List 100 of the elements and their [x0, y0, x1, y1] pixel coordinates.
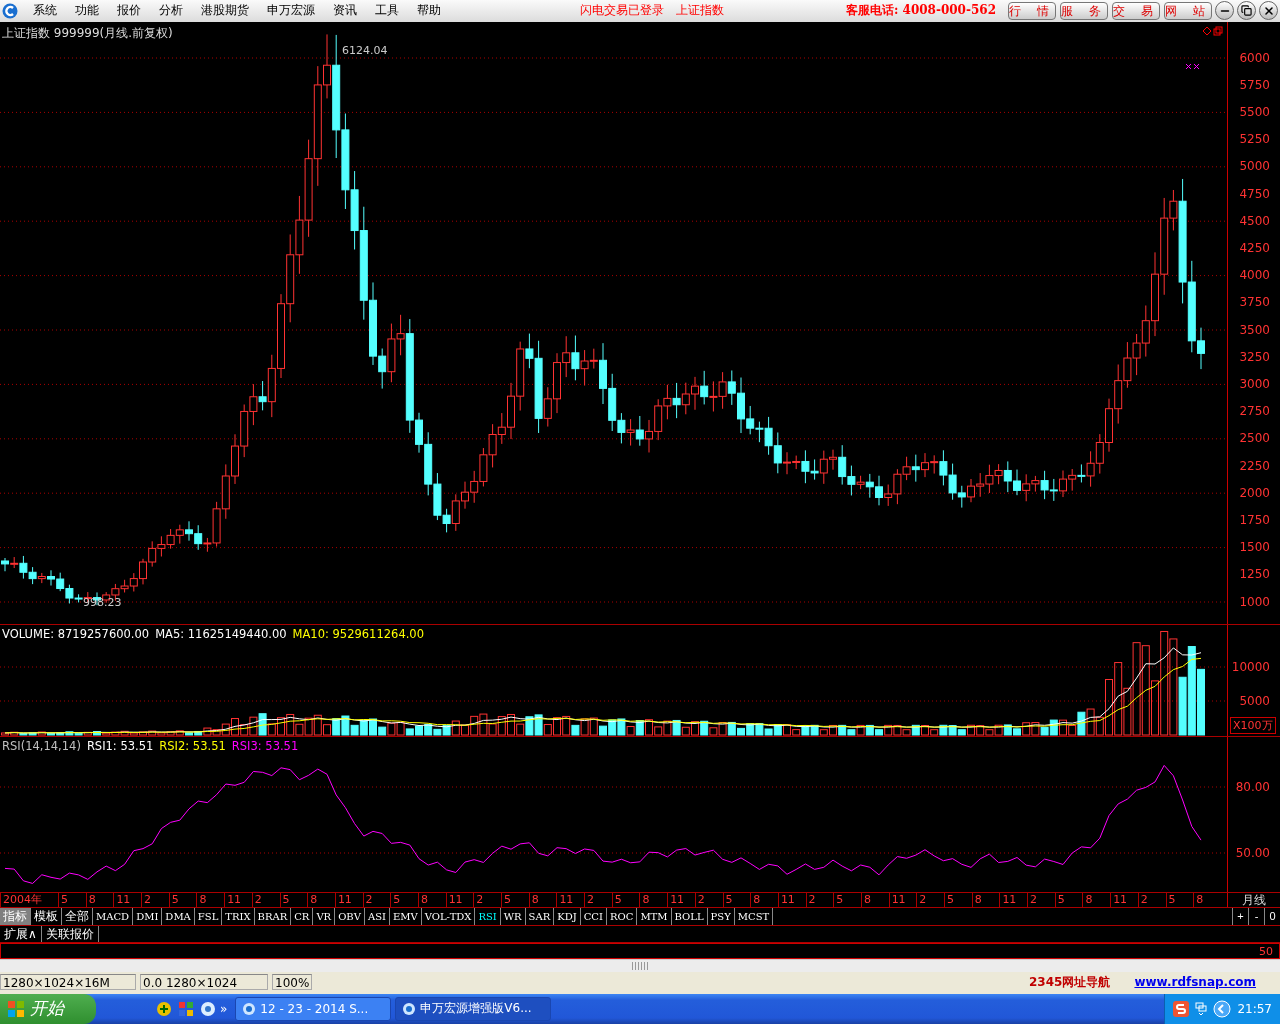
- nav-button[interactable]: 交 易: [1112, 1, 1160, 20]
- menu-item[interactable]: 工具: [366, 2, 408, 20]
- price-axis-label: 5000: [1239, 160, 1270, 173]
- status-field: 100%: [272, 974, 312, 991]
- date-axis-label: 8: [1082, 892, 1111, 907]
- status-link[interactable]: 2345网址导航: [1029, 973, 1111, 991]
- menu-item[interactable]: 报价: [108, 2, 150, 20]
- volume-axis-label: 10000: [1231, 660, 1270, 673]
- price-axis-label: 1250: [1239, 568, 1270, 581]
- high-price-label: 6124.04: [342, 43, 388, 57]
- index-name: 上证指数: [676, 2, 724, 20]
- date-axis-label: 8: [417, 892, 446, 907]
- taskbar-button[interactable]: 申万宏源增强版V6...: [395, 997, 552, 1021]
- nav-button[interactable]: 服 务: [1060, 1, 1108, 20]
- price-axis-label: 2250: [1239, 459, 1270, 472]
- price-axis-label: 3250: [1239, 350, 1270, 363]
- date-axis-label: 2: [1027, 892, 1055, 907]
- menu-item[interactable]: 港股期货: [192, 2, 258, 20]
- network-icon[interactable]: [1195, 1002, 1208, 1016]
- clock: 21:57: [1237, 1002, 1272, 1016]
- menu-item[interactable]: 资讯: [324, 2, 366, 20]
- price-axis-label: 1750: [1239, 514, 1270, 527]
- date-axis-label: 8: [639, 892, 668, 907]
- collapse-tray-icon[interactable]: [1213, 1000, 1232, 1018]
- date-axis-label: 11: [113, 892, 142, 907]
- taskbar-button[interactable]: 12 - 23 - 2014 S...: [235, 997, 392, 1021]
- date-axis-label: 5: [1054, 892, 1083, 907]
- app-icon: [242, 1002, 257, 1016]
- add-icon[interactable]: [156, 1001, 172, 1017]
- horizontal-scrollbar[interactable]: [0, 959, 1280, 973]
- browser-icon[interactable]: [200, 1001, 216, 1017]
- volume-legend: VOLUME: 8719257600.00: [2, 626, 150, 641]
- date-axis-label: 8: [750, 892, 778, 907]
- input-method-icon[interactable]: [1173, 1001, 1190, 1017]
- date-axis-label: 2: [694, 892, 723, 907]
- date-axis-label: 11: [777, 892, 806, 907]
- price-axis-label: 3000: [1239, 378, 1270, 391]
- rsi-legend: RSI(14,14,14): [2, 738, 81, 753]
- rsi-legend: RSI2: 53.51: [159, 738, 226, 753]
- price-axis-label: 2750: [1239, 405, 1270, 418]
- price-axis-label: 2500: [1239, 432, 1270, 445]
- date-axis-label: 5: [168, 892, 197, 907]
- price-axis-label: 4000: [1239, 269, 1270, 282]
- date-axis-label: 2004年: [0, 892, 58, 907]
- grid-app-icon[interactable]: [178, 1001, 194, 1017]
- date-axis-label: 5: [58, 892, 86, 907]
- close-icon: [1262, 4, 1275, 17]
- rsi-legend: RSI1: 53.51: [86, 738, 154, 753]
- close-button[interactable]: [1259, 1, 1278, 21]
- price-axis-label: 5250: [1239, 133, 1270, 146]
- date-axis-label: 8: [85, 892, 114, 907]
- price-axis-label: 6000: [1239, 51, 1270, 64]
- rsi-legend: RSI3: 53.51: [231, 738, 299, 753]
- status-link[interactable]: www.rdfsnap.com: [1134, 975, 1256, 990]
- date-axis-label: 11: [1110, 892, 1138, 907]
- price-axis-label: 4500: [1239, 214, 1270, 227]
- date-axis-label: 5: [1165, 892, 1194, 907]
- date-axis-label: 11: [556, 892, 585, 907]
- price-axis-label: 4250: [1239, 242, 1270, 255]
- nav-button[interactable]: 行 情: [1008, 1, 1056, 20]
- price-axis-label: 3500: [1239, 323, 1270, 336]
- date-axis-label: 8: [528, 892, 557, 907]
- restore-icon[interactable]: [1213, 26, 1223, 36]
- date-axis-label: 8: [971, 892, 1000, 907]
- mini-axis-label: 50: [1259, 944, 1273, 958]
- date-axis-label: 5: [390, 892, 418, 907]
- login-status: 闪电交易已登录: [580, 2, 664, 20]
- price-axis-label: 2000: [1239, 486, 1270, 499]
- period-label: 月线: [1241, 892, 1267, 907]
- status-field: 0.0 1280×1024: [140, 974, 268, 991]
- restore-button[interactable]: [1237, 1, 1256, 21]
- date-axis-label: 5: [279, 892, 308, 907]
- diamond-icon[interactable]: [1202, 26, 1212, 36]
- menu-item[interactable]: 系统: [24, 2, 66, 20]
- date-axis-label: 2: [473, 892, 501, 907]
- nav-button[interactable]: 网 站: [1164, 1, 1212, 20]
- price-axis-label: 1000: [1239, 595, 1270, 608]
- volume-unit-label: X100万: [1230, 716, 1276, 734]
- menu-item[interactable]: 申万宏源: [258, 2, 324, 20]
- minimize-button[interactable]: [1215, 1, 1234, 21]
- menu-item[interactable]: 分析: [150, 2, 192, 20]
- rsi-axis-label: 50.00: [1235, 846, 1270, 859]
- status-field: 1280×1024×16M: [0, 974, 136, 991]
- date-axis-label: 11: [334, 892, 363, 907]
- date-axis-label: 5: [501, 892, 529, 907]
- volume-legend: MA5: 11625149440.00: [155, 626, 287, 641]
- date-axis-label: 5: [833, 892, 861, 907]
- date-axis-label: 2: [251, 892, 280, 907]
- menu-item[interactable]: 帮助: [408, 2, 450, 20]
- date-axis-label: 11: [667, 892, 695, 907]
- price-axis-label: 5750: [1239, 78, 1270, 91]
- date-axis-label: 5: [722, 892, 751, 907]
- overflow-chevron[interactable]: »: [220, 1002, 228, 1016]
- chart-title: 上证指数 999999(月线.前复权): [2, 24, 173, 42]
- marker-icon: [1185, 63, 1200, 70]
- menu-item[interactable]: 功能: [66, 2, 108, 20]
- date-axis-label: 5: [944, 892, 972, 907]
- volume-axis-label: 5000: [1239, 694, 1270, 707]
- scroll-grip-icon[interactable]: [632, 962, 648, 971]
- restore-icon: [1241, 5, 1252, 17]
